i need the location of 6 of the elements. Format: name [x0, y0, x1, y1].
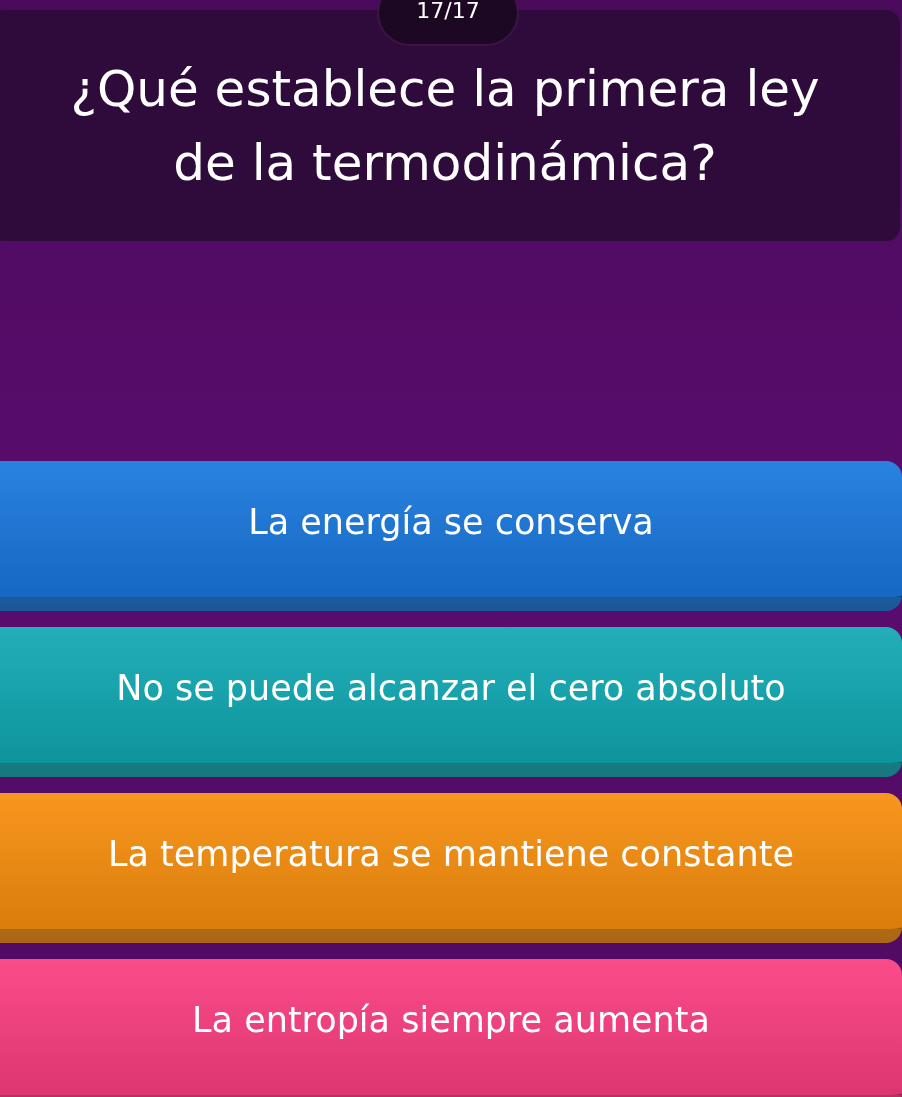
question-counter: 17/17: [377, 0, 519, 46]
answer-button[interactable]: La entropía siempre aumenta: [0, 959, 902, 1097]
answer-button[interactable]: No se puede alcanzar el cero absoluto: [0, 627, 902, 777]
answer-button[interactable]: La energía se conserva: [0, 461, 902, 611]
answer-button[interactable]: La temperatura se mantiene constante: [0, 793, 902, 943]
question-text: ¿Qué establece la primera ley de la termodinámica?: [69, 58, 821, 194]
